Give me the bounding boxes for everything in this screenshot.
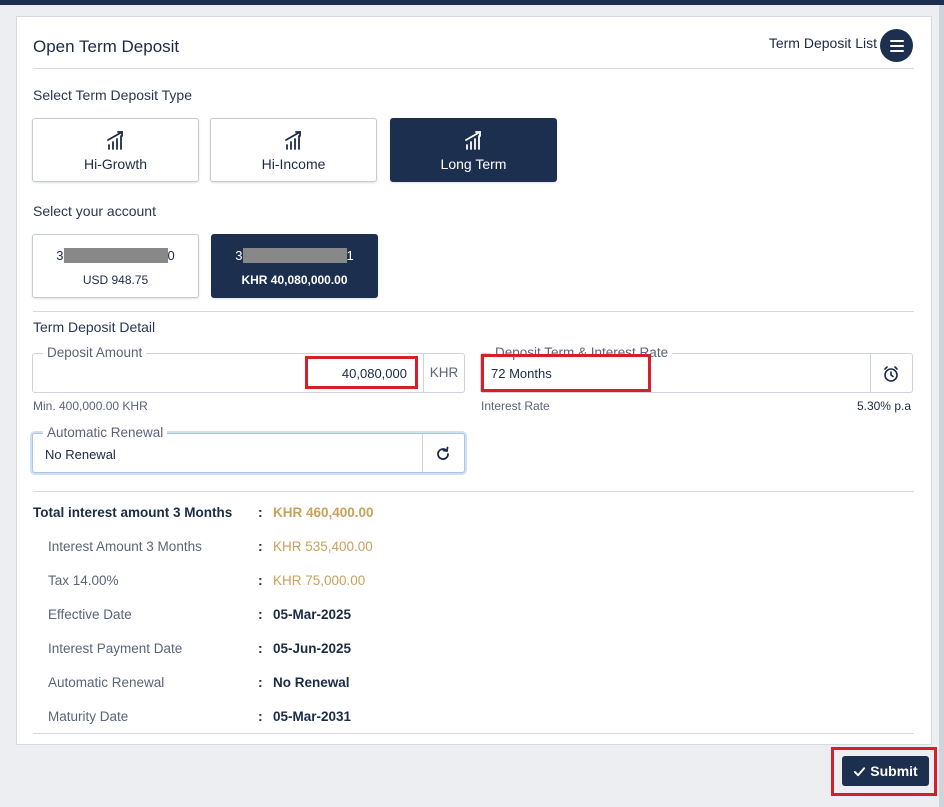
account-number-suffix: 1 [346,248,354,264]
field-divider [423,354,424,392]
automatic-renewal-field[interactable]: Automatic Renewal No Renewal [32,425,465,473]
menu-icon[interactable] [880,29,913,62]
deposit-amount-input[interactable]: 40,080,000 [309,366,407,381]
deposit-type-label-text: Hi-Growth [83,156,147,172]
summary-value: 05-Mar-2025 [273,607,352,622]
min-amount-note: Min. 400,000.00 KHR [33,399,148,413]
account-balance: KHR 40,080,000.00 [241,273,348,287]
divider [33,68,914,69]
summary-value: 05-Jun-2025 [273,641,352,656]
alarm-clock-icon[interactable] [881,364,901,384]
account-number: 31 [212,247,377,264]
colon: : [258,674,263,690]
colon: : [258,606,263,622]
account-label: Select your account [33,203,156,219]
deposit-type-label: Select Term Deposit Type [33,87,193,103]
account-number-prefix: 3 [56,248,64,264]
colon: : [258,538,263,554]
account-number-mask [242,248,347,264]
summary-value: KHR 535,400.00 [273,539,373,554]
account-number: 30 [33,247,198,264]
summary-label: Automatic Renewal [48,675,165,690]
detail-label: Term Deposit Detail [33,319,156,335]
deposit-type-label-text: Hi-Income [261,156,326,172]
check-icon [854,766,866,776]
currency-label: KHR [429,365,459,380]
open-term-deposit-card: Open Term Deposit Term Deposit List Sele… [16,16,932,745]
summary-value: No Renewal [273,675,350,690]
deposit-type-long-term[interactable]: Long Term [390,118,557,182]
summary-label: Effective Date [48,607,132,622]
summary-label: Interest Payment Date [48,641,183,656]
summary-label: Tax 14.00% [48,573,119,588]
account-number-mask [63,248,168,264]
term-deposit-list-link[interactable]: Term Deposit List [769,35,877,51]
account-number-suffix: 0 [167,248,175,264]
deposit-type-hi-income[interactable]: Hi-Income [210,118,377,182]
colon: : [258,708,263,724]
summary-value: KHR 460,400.00 [273,505,374,520]
automatic-renewal-value[interactable]: No Renewal [45,447,116,462]
scrollbar[interactable] [939,5,944,807]
divider [33,733,914,734]
interest-rate-value: 5.30% p.a [856,399,911,413]
growth-chart-icon [464,131,481,150]
account-number-prefix: 3 [235,248,243,264]
account-card-usd[interactable]: 30 USD 948.75 [32,234,199,298]
deposit-type-label-text: Long Term [440,156,507,172]
submit-button[interactable]: Submit [842,756,929,786]
summary-value: 05-Mar-2031 [273,709,352,724]
submit-label: Submit [870,763,918,779]
deposit-type-hi-growth[interactable]: Hi-Growth [32,118,199,182]
account-balance: USD 948.75 [82,273,149,287]
growth-chart-icon [106,131,123,150]
colon: : [258,572,263,588]
interest-rate-label: Interest Rate [481,399,550,413]
deposit-amount-legend: Deposit Amount [43,345,147,360]
page-title: Open Term Deposit [33,37,180,56]
colon: : [258,640,263,656]
top-bar [0,0,944,5]
summary-label: Interest Amount 3 Months [48,539,202,554]
account-card-khr[interactable]: 31 KHR 40,080,000.00 [211,234,378,298]
divider [33,491,914,492]
field-divider [870,354,871,392]
summary-label: Total interest amount 3 Months [33,505,233,520]
automatic-renewal-legend: Automatic Renewal [43,425,168,440]
field-divider [422,434,423,472]
summary-label: Maturity Date [48,709,129,724]
growth-chart-icon [284,131,301,150]
divider [33,311,914,312]
refresh-icon[interactable] [434,445,452,463]
summary-value: KHR 75,000.00 [273,573,366,588]
colon: : [258,504,263,520]
deposit-term-select[interactable]: 72 Months [491,366,552,381]
